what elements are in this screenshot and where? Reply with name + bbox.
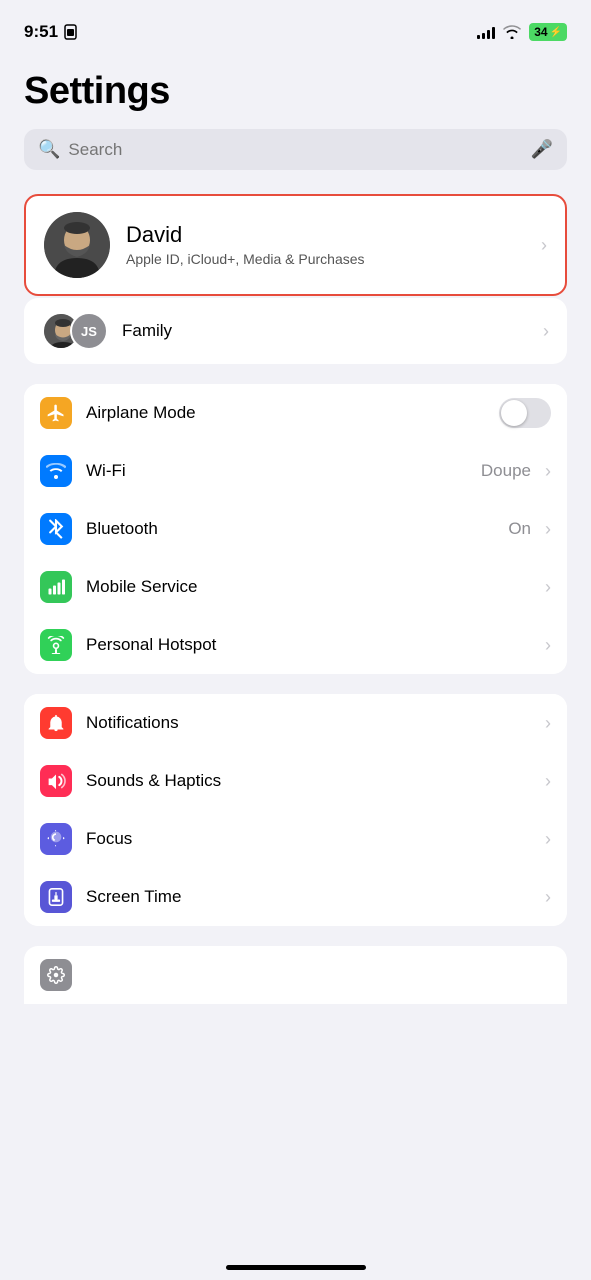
- status-bar: 9:51 34 ⚡: [0, 0, 591, 50]
- settings-row-focus[interactable]: Focus ›: [24, 810, 567, 868]
- wifi-label: Wi-Fi: [86, 461, 481, 481]
- personal-hotspot-chevron-icon: ›: [545, 635, 551, 656]
- settings-row-wifi[interactable]: Wi-Fi Doupe ›: [24, 442, 567, 500]
- focus-label: Focus: [86, 829, 537, 849]
- family-row[interactable]: JS Family ›: [24, 298, 567, 364]
- screen-time-label: Screen Time: [86, 887, 537, 907]
- search-bar[interactable]: 🔍 🎤: [24, 129, 567, 170]
- page-title: Settings: [24, 70, 567, 113]
- profile-row[interactable]: David Apple ID, iCloud+, Media & Purchas…: [24, 194, 567, 296]
- settings-row-personal-hotspot[interactable]: Personal Hotspot ›: [24, 616, 567, 674]
- wifi-value: Doupe: [481, 461, 531, 481]
- general-icon: [40, 959, 72, 991]
- family-label: Family: [122, 321, 535, 341]
- settings-row-airplane-mode[interactable]: Airplane Mode: [24, 384, 567, 442]
- sounds-haptics-icon: [40, 765, 72, 797]
- mobile-service-icon: [40, 571, 72, 603]
- avatar: [44, 212, 110, 278]
- sounds-haptics-chevron-icon: ›: [545, 771, 551, 792]
- status-right: 34 ⚡: [477, 23, 567, 41]
- profile-info: David Apple ID, iCloud+, Media & Purchas…: [126, 222, 533, 268]
- screen-time-icon: [40, 881, 72, 913]
- wifi-status-icon: [503, 25, 521, 39]
- connectivity-section: Airplane Mode Wi-Fi Doupe ›: [24, 384, 567, 674]
- personal-hotspot-label: Personal Hotspot: [86, 635, 537, 655]
- search-input[interactable]: [68, 140, 522, 160]
- sim-icon: [64, 24, 77, 40]
- bluetooth-value: On: [508, 519, 531, 539]
- toggle-thumb: [501, 400, 527, 426]
- personal-hotspot-icon: [40, 629, 72, 661]
- wifi-chevron-icon: ›: [545, 461, 551, 482]
- bluetooth-icon: [40, 513, 72, 545]
- notifications-section: Notifications › Sounds & Haptics ›: [24, 694, 567, 926]
- settings-row-notifications[interactable]: Notifications ›: [24, 694, 567, 752]
- airplane-mode-icon: [40, 397, 72, 429]
- profile-avatar-image: [44, 212, 110, 278]
- notifications-icon: [40, 707, 72, 739]
- focus-chevron-icon: ›: [545, 829, 551, 850]
- bluetooth-chevron-icon: ›: [545, 519, 551, 540]
- mobile-service-chevron-icon: ›: [545, 577, 551, 598]
- family-avatars: JS: [42, 312, 108, 350]
- profile-chevron-icon: ›: [541, 235, 547, 256]
- settings-row-mobile-service[interactable]: Mobile Service ›: [24, 558, 567, 616]
- profile-subtitle: Apple ID, iCloud+, Media & Purchases: [126, 250, 533, 268]
- bluetooth-label: Bluetooth: [86, 519, 508, 539]
- airplane-mode-label: Airplane Mode: [86, 403, 499, 423]
- status-time: 9:51: [24, 22, 77, 42]
- home-indicator-area: [0, 1249, 591, 1280]
- sounds-haptics-label: Sounds & Haptics: [86, 771, 537, 791]
- microphone-icon[interactable]: 🎤: [531, 139, 553, 160]
- family-avatar-2: JS: [70, 312, 108, 350]
- search-icon: 🔍: [38, 139, 60, 160]
- mobile-service-label: Mobile Service: [86, 577, 537, 597]
- wifi-icon: [40, 455, 72, 487]
- screen-time-chevron-icon: ›: [545, 887, 551, 908]
- notifications-chevron-icon: ›: [545, 713, 551, 734]
- focus-icon: [40, 823, 72, 855]
- home-indicator: [226, 1265, 366, 1270]
- settings-row-sounds[interactable]: Sounds & Haptics ›: [24, 752, 567, 810]
- settings-row-bluetooth[interactable]: Bluetooth On ›: [24, 500, 567, 558]
- settings-row-screen-time[interactable]: Screen Time ›: [24, 868, 567, 926]
- signal-bars-icon: [477, 25, 495, 39]
- partial-settings-row[interactable]: [24, 946, 567, 1004]
- family-chevron-icon: ›: [543, 321, 549, 342]
- notifications-label: Notifications: [86, 713, 537, 733]
- airplane-mode-toggle[interactable]: [499, 398, 551, 428]
- profile-name: David: [126, 222, 533, 248]
- battery-icon: 34 ⚡: [529, 23, 567, 41]
